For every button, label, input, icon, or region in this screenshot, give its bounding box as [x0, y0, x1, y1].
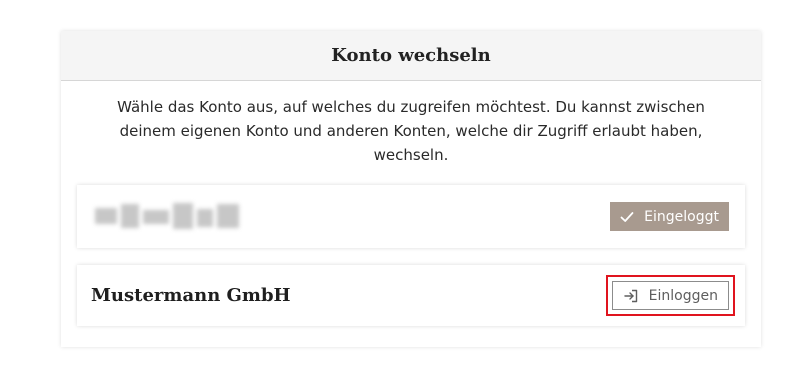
- login-button[interactable]: Einloggen: [611, 281, 729, 310]
- login-button-label: Einloggen: [648, 287, 718, 304]
- account-row-current: Eingeloggt: [77, 185, 745, 248]
- dialog-header: Konto wechseln: [61, 31, 761, 81]
- account-name: Mustermann GmbH: [91, 285, 291, 306]
- login-icon: [623, 289, 639, 303]
- logged-in-button-label: Eingeloggt: [644, 208, 719, 225]
- dialog-intro-text: Wähle das Konto aus, auf welches du zugr…: [117, 98, 705, 164]
- dialog-title: Konto wechseln: [331, 45, 491, 66]
- switch-account-dialog: Konto wechseln Wähle das Konto aus, auf …: [61, 31, 761, 347]
- login-button-highlight: Einloggen: [605, 275, 736, 316]
- account-row-mustermann: Mustermann GmbH Einloggen: [77, 265, 745, 326]
- redacted-account-name: [91, 198, 243, 236]
- check-icon: [620, 211, 634, 223]
- logged-in-button[interactable]: Eingeloggt: [610, 202, 729, 231]
